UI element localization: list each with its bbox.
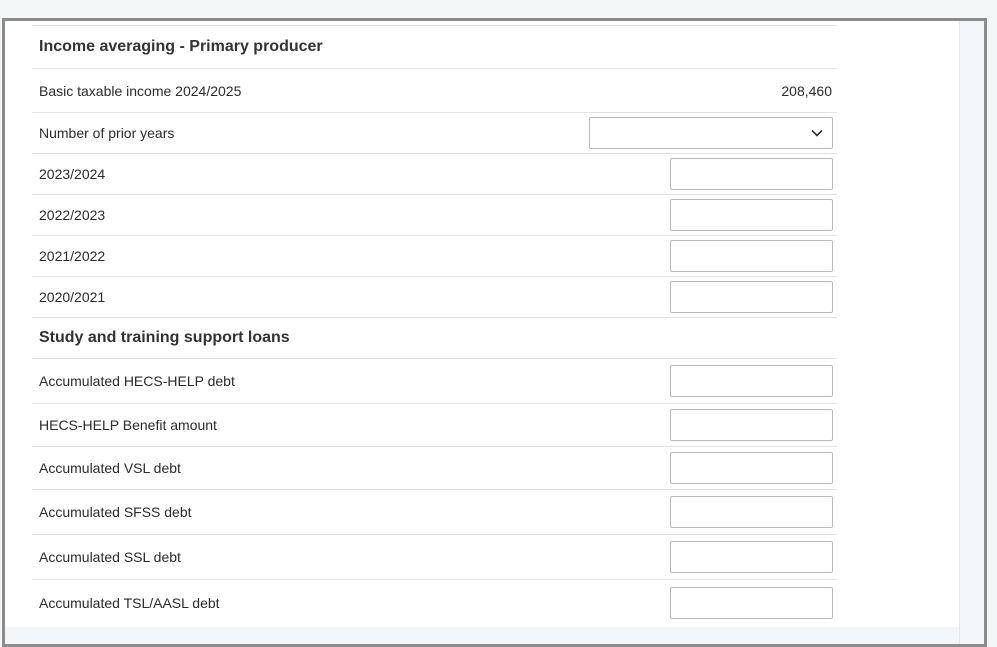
field-label: Accumulated HECS-HELP debt (39, 373, 235, 389)
tax-form: Income averaging - Primary producer Basi… (32, 25, 837, 625)
vsl-debt-input[interactable] (670, 452, 833, 484)
year-income-input[interactable] (670, 240, 833, 272)
section-title: Study and training support loans (39, 329, 290, 346)
year-income-input[interactable] (670, 281, 833, 313)
field-label: Accumulated SFSS debt (39, 504, 192, 520)
section-header-study-loans: Study and training support loans (32, 318, 837, 359)
chevron-down-icon (811, 129, 823, 137)
prior-years-row: Number of prior years (32, 113, 837, 154)
hecs-help-debt-input[interactable] (670, 365, 833, 397)
bottom-strip (5, 627, 960, 644)
year-row: 2021/2022 (32, 236, 837, 277)
loan-row: Accumulated SSL debt (32, 535, 837, 580)
field-label: Accumulated TSL/AASL debt (39, 594, 220, 611)
vertical-scrollbar[interactable] (959, 21, 984, 644)
sfss-debt-input[interactable] (670, 496, 833, 528)
year-row: 2020/2021 (32, 277, 837, 318)
basic-taxable-income-row: Basic taxable income 2024/2025 208,460 (32, 69, 837, 113)
year-income-input[interactable] (670, 158, 833, 190)
field-label: Accumulated SSL debt (39, 549, 181, 565)
field-label: 2022/2023 (39, 207, 106, 223)
field-label: 2023/2024 (39, 166, 106, 182)
year-row: 2023/2024 (32, 154, 837, 195)
field-label: Accumulated VSL debt (39, 460, 181, 476)
year-income-input[interactable] (670, 199, 833, 231)
loan-row: Accumulated SFSS debt (32, 490, 837, 535)
basic-taxable-income-value: 208,460 (781, 82, 832, 99)
hecs-help-benefit-input[interactable] (670, 409, 833, 441)
loan-row: Accumulated TSL/AASL debt (32, 580, 837, 625)
field-label: Number of prior years (39, 125, 175, 141)
field-label: Basic taxable income 2024/2025 (39, 82, 242, 99)
section-header-income-averaging: Income averaging - Primary producer (32, 25, 837, 69)
section-title: Income averaging - Primary producer (39, 38, 323, 55)
form-frame: Income averaging - Primary producer Basi… (2, 18, 987, 647)
loan-row: HECS-HELP Benefit amount (32, 404, 837, 447)
year-row: 2022/2023 (32, 195, 837, 236)
prior-years-select[interactable] (589, 117, 833, 149)
loan-row: Accumulated HECS-HELP debt (32, 359, 837, 404)
field-label: 2020/2021 (39, 289, 106, 305)
loan-row: Accumulated VSL debt (32, 447, 837, 490)
tsl-aasl-debt-input[interactable] (670, 586, 833, 619)
field-label: HECS-HELP Benefit amount (39, 417, 217, 433)
ssl-debt-input[interactable] (670, 541, 833, 573)
field-label: 2021/2022 (39, 248, 106, 264)
